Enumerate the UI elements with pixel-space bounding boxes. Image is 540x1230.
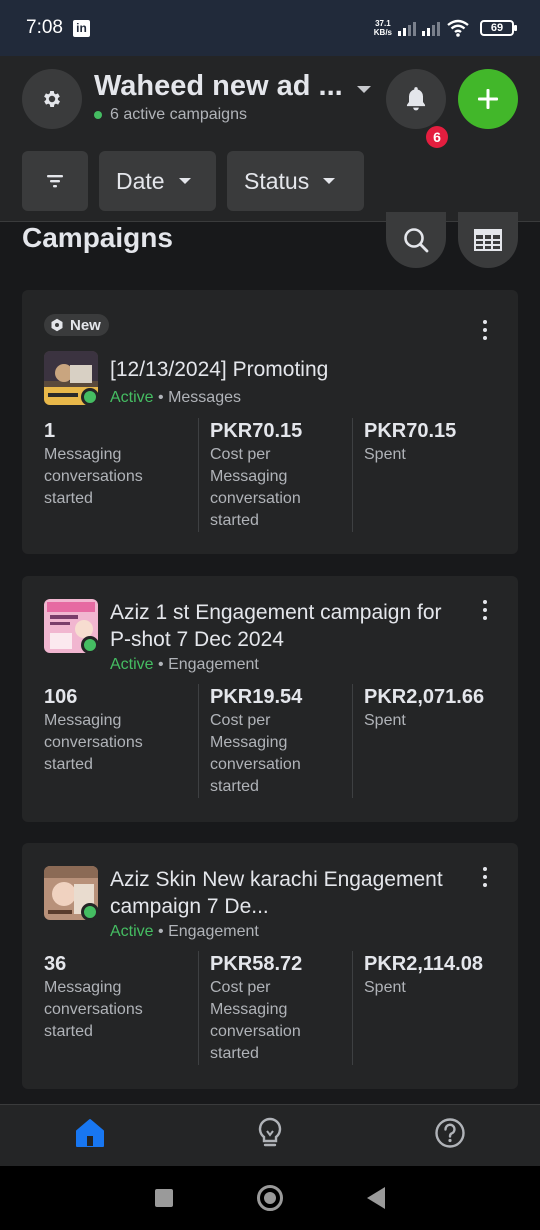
campaign-metrics: 1 Messaging conversations started PKR70.…: [44, 418, 506, 532]
notification-badge: 6: [426, 126, 448, 148]
status-filter-dropdown[interactable]: Status: [227, 151, 364, 211]
metric-spent: PKR70.15 Spent: [352, 418, 506, 532]
active-status-dot: [81, 388, 99, 406]
recents-button[interactable]: [155, 1189, 173, 1207]
home-icon: [76, 1119, 105, 1147]
active-campaigns-status: 6 active campaigns: [94, 106, 247, 124]
lightbulb-icon: [258, 1117, 282, 1147]
active-dot: [94, 111, 102, 119]
status-time: 7:08: [26, 17, 63, 38]
metric-spent: PKR2,114.08 Spent: [352, 951, 506, 1065]
account-name[interactable]: Waheed new ad ...: [94, 70, 344, 103]
search-icon: [404, 228, 429, 253]
help-icon: [434, 1118, 465, 1148]
app-header: Waheed new ad ... 6 active campaigns 6 D…: [0, 56, 540, 222]
metric-results: 106 Messaging conversations started: [44, 686, 143, 773]
page-title: Campaigns: [22, 222, 173, 253]
more-options-button[interactable]: [482, 320, 488, 340]
more-options-button[interactable]: [482, 867, 488, 887]
battery-icon: 69: [480, 20, 517, 36]
network-speed: 37.1 KB/s: [373, 19, 392, 37]
create-campaign-button[interactable]: [458, 69, 518, 129]
chevron-down-icon: [323, 178, 336, 184]
chevron-down-icon[interactable]: [357, 86, 371, 93]
nav-home[interactable]: [74, 1117, 106, 1154]
wifi-icon: [447, 19, 469, 37]
nav-insights[interactable]: [255, 1117, 285, 1154]
campaign-name[interactable]: [12/13/2024] Promoting: [110, 356, 450, 383]
active-status-dot: [81, 636, 99, 654]
metric-cost-per-result: PKR19.54 Cost per Messaging conversation…: [198, 684, 352, 798]
metric-results: 36 Messaging conversations started: [44, 953, 143, 1040]
active-campaigns-count: 6 active campaigns: [110, 106, 247, 123]
campaign-name[interactable]: Aziz 1 st Engagement campaign for P-shot…: [110, 599, 450, 653]
campaign-status: Active • Messages: [110, 389, 241, 406]
bottom-nav: [0, 1104, 540, 1166]
signal-icon: [398, 20, 416, 36]
back-button[interactable]: [367, 1187, 385, 1209]
metric-spent: PKR2,071.66 Spent: [352, 684, 506, 798]
status-filter-label: Status: [244, 167, 310, 194]
status-indicators: 37.1 KB/s 69: [373, 19, 517, 37]
signal-icon-2: [422, 20, 440, 36]
plus-icon: [478, 89, 498, 109]
metric-results: 1 Messaging conversations started: [44, 420, 143, 507]
system-nav-bar: [0, 1166, 540, 1230]
campaign-status: Active • Engagement: [110, 923, 259, 940]
campaign-status: Active • Engagement: [110, 656, 259, 673]
campaign-card[interactable]: Aziz 1 st Engagement campaign for P-shot…: [22, 576, 518, 822]
filter-button[interactable]: [22, 151, 88, 211]
more-options-button[interactable]: [482, 600, 488, 620]
filter-icon: [47, 175, 63, 188]
new-badge: New: [44, 314, 109, 336]
date-filter-label: Date: [116, 167, 165, 194]
bell-icon: [406, 87, 426, 111]
home-button[interactable]: [257, 1185, 283, 1211]
campaign-card[interactable]: Aziz Skin New karachi Engagement campaig…: [22, 843, 518, 1089]
filter-row: Date Status: [22, 151, 364, 211]
campaign-name[interactable]: Aziz Skin New karachi Engagement campaig…: [110, 866, 450, 920]
hexagon-icon: [51, 318, 63, 332]
search-button[interactable]: [386, 212, 446, 268]
metric-cost-per-result: PKR58.72 Cost per Messaging conversation…: [198, 951, 352, 1065]
metric-cost-per-result: PKR70.15 Cost per Messaging conversation…: [198, 418, 352, 532]
settings-button[interactable]: [22, 69, 82, 129]
date-filter-dropdown[interactable]: Date: [99, 151, 216, 211]
table-view-button[interactable]: [458, 212, 518, 268]
notifications-button[interactable]: [386, 69, 446, 129]
linkedin-notification-icon: in: [72, 19, 90, 37]
status-bar: 7:08 in 37.1 KB/s 69: [0, 0, 540, 56]
active-status-dot: [81, 903, 99, 921]
nav-help[interactable]: [434, 1117, 466, 1154]
table-icon: [474, 229, 502, 251]
chevron-down-icon: [178, 178, 191, 184]
campaign-metrics: 36 Messaging conversations started PKR58…: [44, 951, 506, 1065]
campaign-card[interactable]: New [12/13/2024] Promoting Active • Mess…: [22, 290, 518, 554]
gear-icon: [44, 91, 60, 107]
campaign-metrics: 106 Messaging conversations started PKR1…: [44, 684, 506, 798]
